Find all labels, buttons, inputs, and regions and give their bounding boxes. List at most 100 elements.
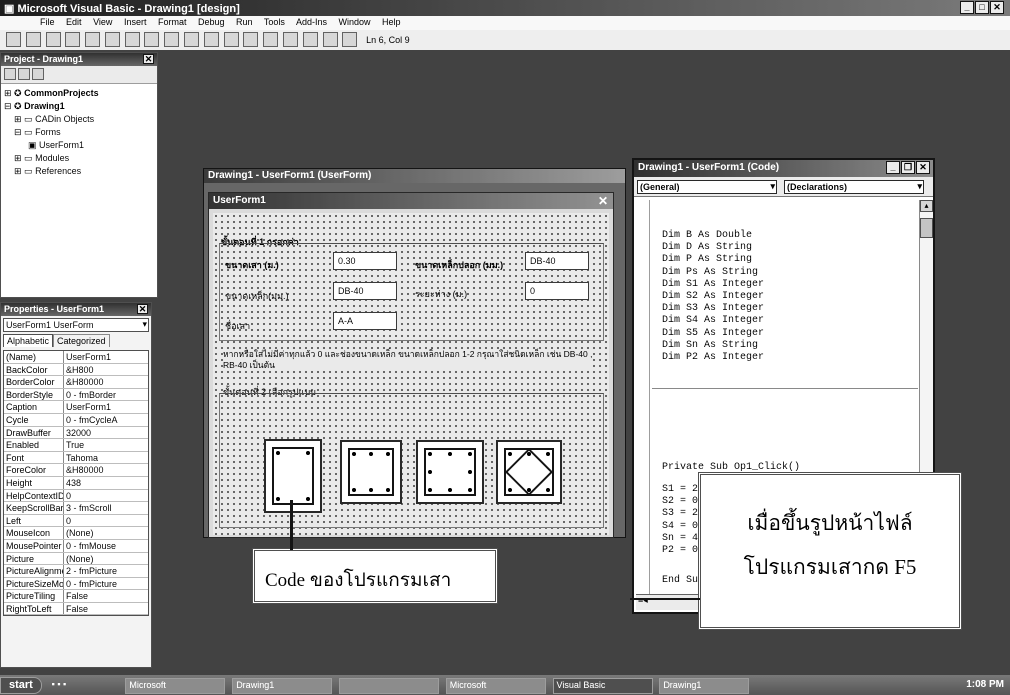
property-value[interactable]: &H80000 bbox=[64, 376, 148, 388]
property-value[interactable]: &H80000 bbox=[64, 464, 148, 476]
column-option-3[interactable] bbox=[416, 440, 484, 504]
taskbar-item[interactable]: Microsoft bbox=[445, 678, 546, 694]
run-icon[interactable] bbox=[184, 32, 200, 47]
property-value[interactable]: 0 bbox=[64, 514, 148, 527]
start-button[interactable]: start bbox=[0, 677, 42, 694]
property-value[interactable]: 0 bbox=[64, 489, 148, 502]
property-value[interactable]: (None) bbox=[64, 527, 148, 539]
taskbar-item[interactable]: Visual Basic bbox=[552, 678, 653, 694]
property-row[interactable]: ForeColor &H80000 bbox=[4, 464, 148, 477]
save-icon[interactable] bbox=[45, 32, 61, 47]
properties-icon[interactable] bbox=[282, 32, 298, 47]
restore-button[interactable]: ❐ bbox=[901, 161, 915, 174]
property-row[interactable]: (Name) UserForm1 bbox=[4, 351, 148, 364]
property-value[interactable]: 0 - fmPicture bbox=[64, 577, 148, 590]
stop-icon[interactable] bbox=[223, 32, 239, 47]
help-icon[interactable] bbox=[342, 32, 358, 47]
property-row[interactable]: RightToLeft False bbox=[4, 602, 148, 616]
column-name-input[interactable]: A-A bbox=[333, 312, 397, 330]
tree-item-userform1[interactable]: ▣ UserForm1 bbox=[4, 139, 154, 152]
taskbar-item[interactable]: Drawing1 bbox=[232, 678, 333, 694]
insert-icon[interactable] bbox=[25, 32, 41, 47]
property-value[interactable]: (None) bbox=[64, 552, 148, 565]
view-object-icon[interactable] bbox=[6, 32, 21, 47]
pause-icon[interactable] bbox=[203, 32, 219, 47]
width-input[interactable]: 0.30 bbox=[333, 252, 397, 270]
property-row[interactable]: BorderColor &H80000 bbox=[4, 376, 148, 389]
redo-icon[interactable] bbox=[164, 32, 180, 47]
menu-file[interactable]: File bbox=[40, 17, 55, 27]
close-icon[interactable]: ✕ bbox=[598, 194, 608, 208]
property-row[interactable]: BackColor &H800 bbox=[4, 363, 148, 377]
property-value[interactable]: 438 bbox=[64, 476, 148, 489]
property-value[interactable]: Tahoma bbox=[64, 451, 148, 464]
find-icon[interactable] bbox=[124, 32, 140, 47]
property-value[interactable]: 0 - fmCycleA bbox=[64, 413, 148, 426]
property-row[interactable]: MouseIcon (None) bbox=[4, 527, 148, 540]
project-explorer-icon[interactable] bbox=[263, 32, 279, 47]
taskbar-item[interactable]: Microsoft bbox=[125, 678, 226, 694]
taskbar-item[interactable] bbox=[338, 678, 439, 694]
menu-view[interactable]: View bbox=[93, 17, 112, 27]
cut-icon[interactable] bbox=[65, 32, 81, 47]
copy-icon[interactable] bbox=[85, 32, 101, 47]
column-option-2[interactable] bbox=[340, 440, 402, 504]
tree-item-drawing1[interactable]: ⊟ ✪ Drawing1 bbox=[4, 100, 154, 113]
object-selector[interactable]: UserForm1 UserForm ▾ bbox=[3, 318, 149, 332]
tree-item-forms[interactable]: ⊟ ▭ Forms bbox=[4, 126, 154, 139]
property-value[interactable]: 2 - fmPicture bbox=[64, 565, 148, 577]
scroll-left-icon[interactable]: ◂ bbox=[643, 595, 648, 605]
property-value[interactable]: False bbox=[64, 590, 148, 602]
close-button[interactable]: ✕ bbox=[990, 1, 1004, 14]
menu-help[interactable]: Help bbox=[382, 17, 401, 27]
scroll-up-icon[interactable]: ▴ bbox=[920, 200, 933, 212]
minimize-button[interactable]: _ bbox=[960, 1, 974, 14]
property-value[interactable]: 0 - fmMouse bbox=[64, 539, 148, 552]
menu-run[interactable]: Run bbox=[236, 17, 253, 27]
property-value[interactable]: &H800 bbox=[64, 363, 148, 376]
menu-edit[interactable]: Edit bbox=[66, 17, 82, 27]
menu-insert[interactable]: Insert bbox=[124, 17, 147, 27]
paste-icon[interactable] bbox=[104, 32, 120, 47]
close-button[interactable]: ✕ bbox=[916, 161, 930, 174]
close-icon[interactable]: ✕ bbox=[143, 54, 154, 64]
main-bar-input[interactable]: DB-40 bbox=[333, 282, 397, 300]
property-value[interactable]: 3 - fmScroll bbox=[64, 502, 148, 514]
tree-item-commonprojects[interactable]: ⊞ ✪ CommonProjects bbox=[4, 87, 154, 100]
minimize-button[interactable]: _ bbox=[886, 161, 900, 174]
property-row[interactable]: Caption UserForm1 bbox=[4, 401, 148, 414]
procedure-combo[interactable]: (Declarations) ▾ bbox=[784, 180, 924, 194]
menu-debug[interactable]: Debug bbox=[198, 17, 225, 27]
property-row[interactable]: Cycle 0 - fmCycleA bbox=[4, 413, 148, 427]
column-option-4[interactable] bbox=[496, 440, 562, 504]
tree-item-references[interactable]: ⊞ ▭ References bbox=[4, 165, 154, 178]
property-value[interactable]: True bbox=[64, 439, 148, 451]
menu-tools[interactable]: Tools bbox=[264, 17, 285, 27]
tree-item-cadin-objects[interactable]: ⊞ ▭ CADin Objects bbox=[4, 113, 154, 126]
property-row[interactable]: Enabled True bbox=[4, 439, 148, 452]
property-row[interactable]: Picture (None) bbox=[4, 552, 148, 566]
property-row[interactable]: DrawBuffer 32000 bbox=[4, 426, 148, 440]
property-row[interactable]: Font Tahoma bbox=[4, 451, 148, 465]
property-row[interactable]: PictureAlignment2 - fmPicture bbox=[4, 565, 148, 578]
maximize-button[interactable]: □ bbox=[975, 1, 989, 14]
property-row[interactable]: PictureSizeMode0 - fmPicture bbox=[4, 577, 148, 591]
object-combo[interactable]: (General) ▾ bbox=[637, 180, 777, 194]
property-row[interactable]: BorderStyle 0 - fmBorder bbox=[4, 388, 148, 402]
property-value[interactable]: UserForm1 bbox=[64, 401, 148, 413]
property-value[interactable]: 32000 bbox=[64, 426, 148, 439]
view-code-icon[interactable] bbox=[4, 68, 16, 80]
menu-format[interactable]: Format bbox=[158, 17, 187, 27]
column-option-1[interactable] bbox=[264, 439, 322, 513]
menu-window[interactable]: Window bbox=[338, 17, 370, 27]
property-row[interactable]: Left 0 bbox=[4, 514, 148, 528]
property-row[interactable]: HelpContextID 0 bbox=[4, 489, 148, 503]
object-browser-icon[interactable] bbox=[302, 32, 318, 47]
menu-addins[interactable]: Add-Ins bbox=[296, 17, 327, 27]
outer-bar-input[interactable]: DB-40 bbox=[525, 252, 589, 270]
property-row[interactable]: Height 438 bbox=[4, 476, 148, 490]
taskbar-item[interactable]: Drawing1 bbox=[659, 678, 750, 694]
close-icon[interactable]: ✕ bbox=[137, 304, 148, 314]
property-row[interactable]: KeepScrollBars 3 - fmScroll bbox=[4, 502, 148, 515]
view-object-icon[interactable] bbox=[18, 68, 30, 80]
